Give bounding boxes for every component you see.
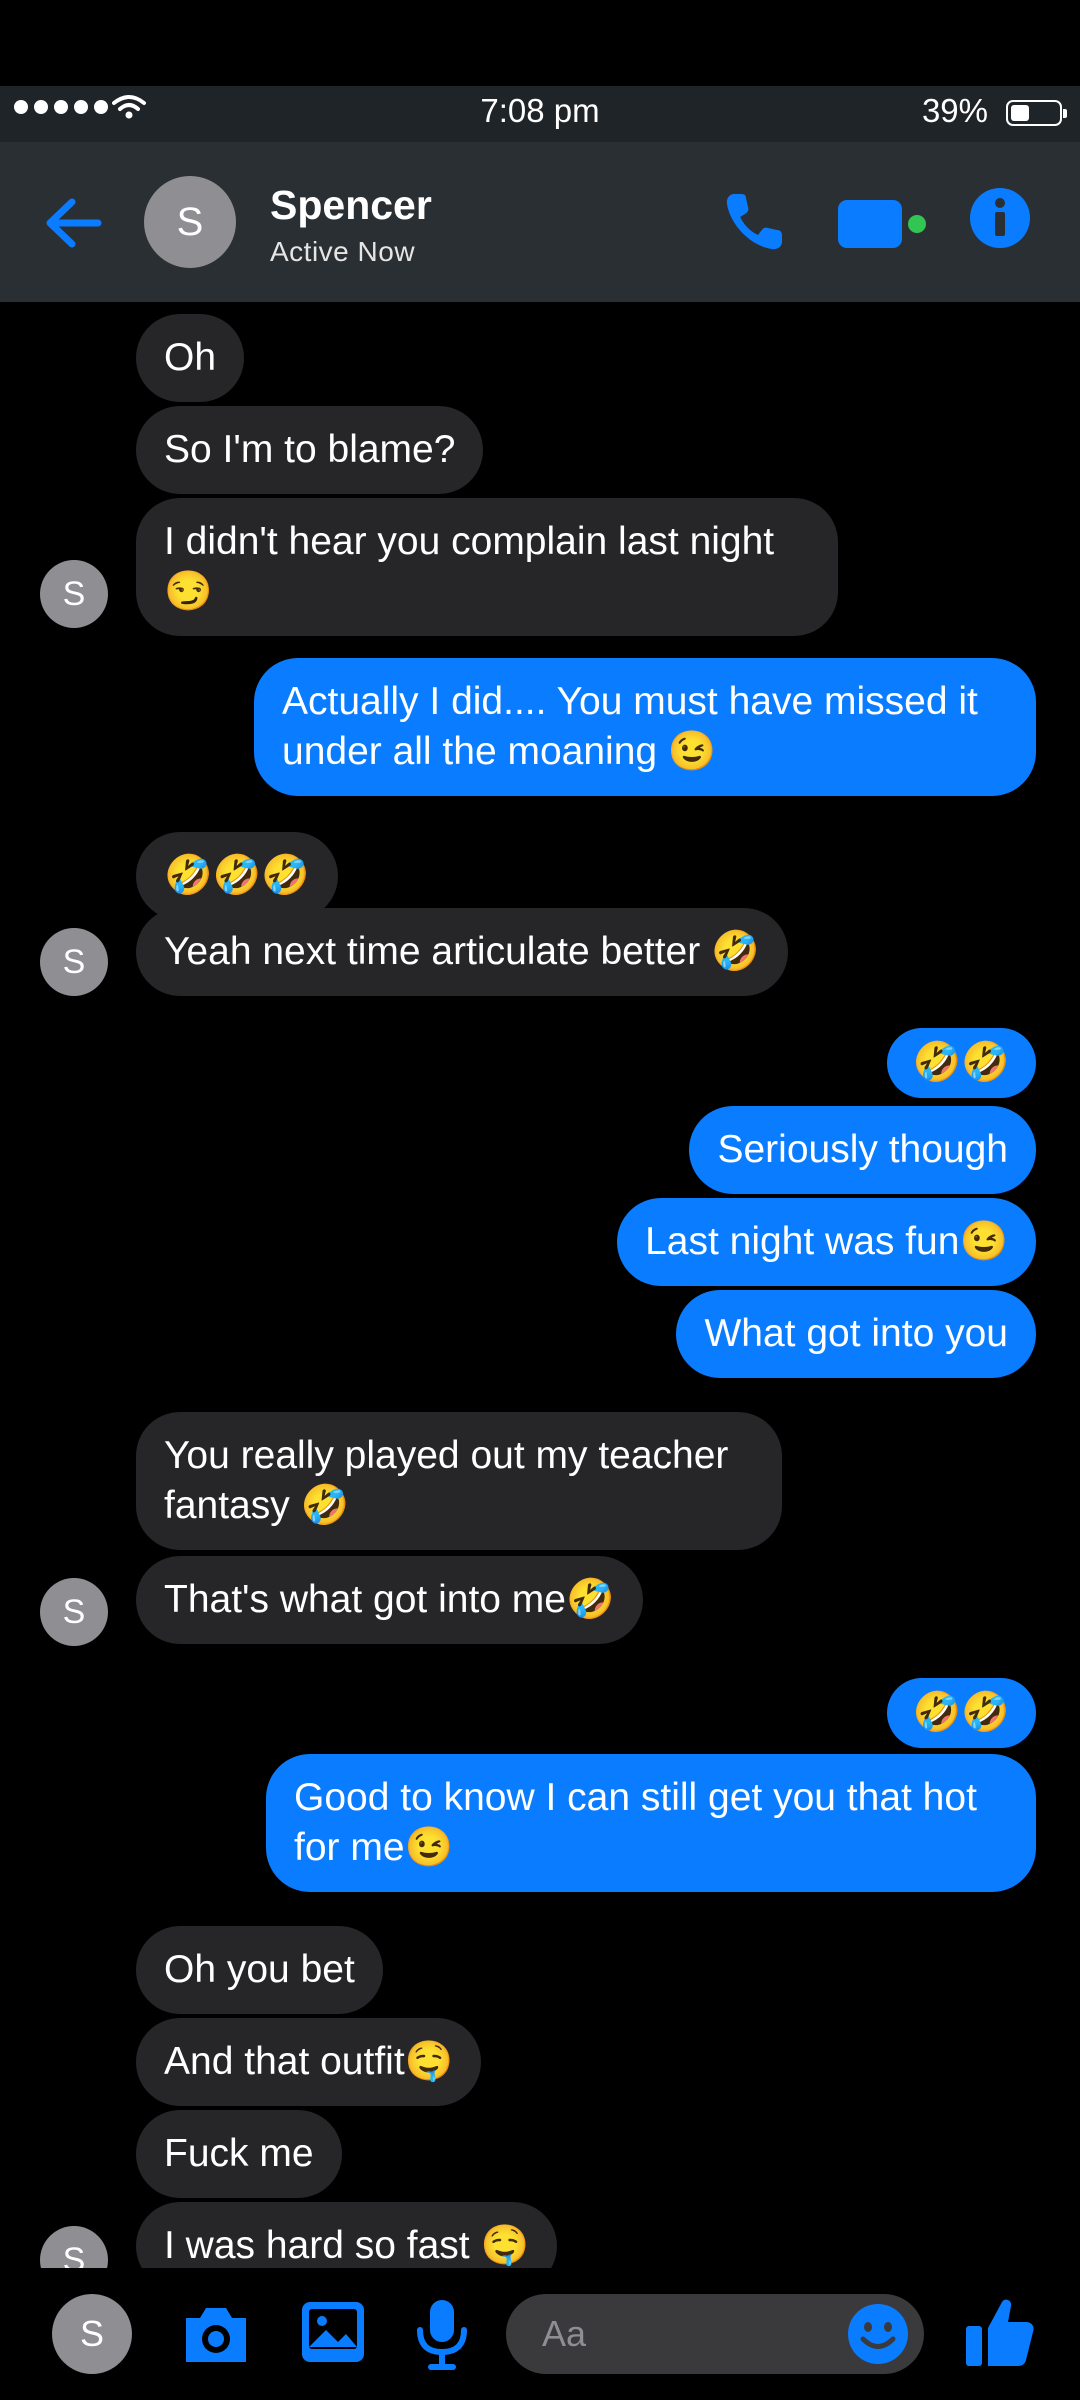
thumbs-up-icon[interactable] — [964, 2294, 1036, 2370]
message-bubble-incoming[interactable]: I was hard so fast 🤤 — [136, 2202, 558, 2268]
video-camera-icon[interactable] — [836, 194, 932, 254]
message-bubble-incoming[interactable]: And that outfit🤤 — [136, 2018, 482, 2106]
message-bubble-incoming[interactable]: You really played out my teacher fantasy… — [136, 1412, 782, 1550]
contact-avatar-small[interactable]: S — [40, 2226, 108, 2268]
message-bubble-incoming[interactable]: I didn't hear you complain last night 😏 — [136, 498, 838, 636]
contact-avatar-small[interactable]: S — [40, 928, 108, 996]
message-bubble-outgoing[interactable]: Last night was fun😉 — [617, 1198, 1036, 1286]
contact-name[interactable]: Spencer — [270, 182, 432, 229]
contact-avatar-small[interactable]: S — [40, 1578, 108, 1646]
message-bubble-outgoing[interactable]: What got into you — [676, 1290, 1036, 1378]
message-bubble-incoming[interactable]: That's what got into me🤣 — [136, 1556, 643, 1644]
message-bubble-incoming[interactable]: Yeah next time articulate better 🤣 — [136, 908, 788, 996]
conversation-header: S Spencer Active Now — [0, 142, 1080, 302]
phone-icon[interactable] — [720, 186, 790, 256]
message-thread[interactable]: Oh So I'm to blame? I didn't hear you co… — [0, 302, 1080, 2268]
camera-icon[interactable] — [180, 2302, 252, 2366]
message-bubble-outgoing[interactable]: 🤣🤣 — [886, 1028, 1036, 1098]
message-bubble-incoming[interactable]: Fuck me — [136, 2110, 342, 2198]
emoji-icon[interactable] — [846, 2302, 910, 2366]
message-bubble-incoming[interactable]: 🤣🤣🤣 — [136, 832, 338, 920]
message-composer: S — [0, 2268, 1080, 2400]
image-icon[interactable] — [298, 2298, 368, 2366]
battery-icon — [1006, 100, 1067, 126]
back-arrow-icon[interactable] — [38, 188, 108, 258]
status-bar: 7:08 pm 39% — [0, 86, 1080, 142]
contact-avatar-small[interactable]: S — [40, 560, 108, 628]
message-bubble-outgoing[interactable]: Seriously though — [689, 1106, 1036, 1194]
message-bubble-incoming[interactable]: Oh — [136, 314, 245, 402]
info-icon[interactable] — [968, 186, 1032, 250]
message-bubble-outgoing[interactable]: Good to know I can still get you that ho… — [266, 1754, 1036, 1892]
message-bubble-incoming[interactable]: Oh you bet — [136, 1926, 383, 2014]
message-bubble-outgoing[interactable]: 🤣🤣 — [886, 1678, 1036, 1748]
my-avatar[interactable]: S — [52, 2294, 132, 2374]
battery-percentage: 39% — [921, 92, 988, 129]
microphone-icon[interactable] — [414, 2298, 470, 2372]
contact-active-status: Active Now — [270, 236, 416, 267]
message-bubble-outgoing[interactable]: Actually I did.... You must have missed … — [254, 658, 1036, 796]
status-time: 7:08 pm — [480, 92, 600, 129]
contact-avatar[interactable]: S — [144, 176, 236, 268]
message-bubble-incoming[interactable]: So I'm to blame? — [136, 406, 484, 494]
